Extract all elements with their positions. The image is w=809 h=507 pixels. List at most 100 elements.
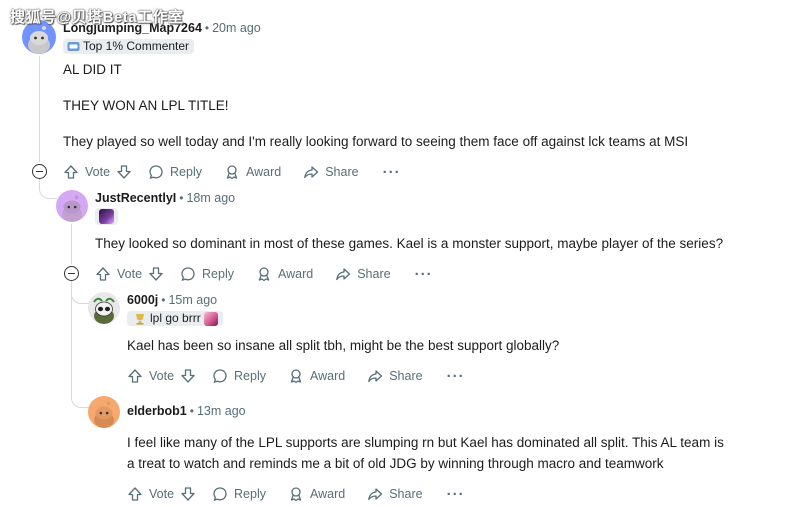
upvote-arrow-icon [128, 487, 142, 501]
avatar[interactable] [88, 292, 120, 324]
flair-text: lpl go brrr [150, 311, 201, 325]
comment-body-line: I feel like many of the LPL supports are… [127, 435, 724, 450]
vote-label: Vote [149, 487, 175, 501]
upvote-arrow-icon [64, 165, 78, 179]
reply-button[interactable]: Reply [148, 164, 202, 180]
watermark: 搜狐号@贝塔Beta工作室 [10, 9, 184, 26]
award-label: Award [310, 369, 346, 383]
award-icon [226, 165, 238, 180]
flair-emoji-icon [203, 311, 218, 326]
award-button[interactable]: Award [256, 266, 313, 282]
reply-bubble-icon [213, 487, 227, 501]
more-options-button[interactable]: ··· [447, 486, 465, 503]
share-button[interactable]: Share [303, 164, 359, 180]
share-arrow-icon [368, 488, 383, 501]
separator-dot: • [179, 191, 184, 205]
downvote-arrow-icon [181, 487, 195, 501]
comment-actions: Vote Reply Award Share ··· [127, 484, 465, 504]
reply-label: Reply [170, 165, 202, 179]
award-icon [290, 369, 302, 384]
trophy-icon [136, 313, 144, 324]
downvote-button[interactable] [148, 266, 164, 282]
share-button[interactable]: Share [367, 368, 423, 384]
timestamp[interactable]: 18m ago [186, 191, 235, 205]
collapse-button[interactable] [64, 266, 79, 281]
collapse-button[interactable] [32, 164, 47, 179]
downvote-button[interactable] [180, 368, 196, 384]
comment-body-line: AL DID IT [63, 62, 122, 77]
comment-body-line: THEY WON AN LPL TITLE! [63, 98, 229, 113]
username[interactable]: JustRecentlyI [95, 191, 176, 205]
comment-actions: Vote Reply Award Share ··· [63, 162, 401, 182]
vote-label: Vote [85, 165, 111, 179]
award-icon [290, 487, 302, 502]
share-label: Share [389, 369, 423, 383]
thread-elbow [71, 281, 89, 408]
user-flair: Top 1% Commenter [63, 39, 195, 54]
reply-label: Reply [202, 267, 234, 281]
share-label: Share [357, 267, 391, 281]
reply-button[interactable]: Reply [212, 486, 266, 502]
downvote-arrow-icon [181, 369, 195, 383]
share-button[interactable]: Share [367, 486, 423, 502]
upvote-button[interactable]: Vote [63, 164, 110, 180]
timestamp[interactable]: 13m ago [197, 404, 246, 418]
vote-label: Vote [117, 267, 143, 281]
share-label: Share [389, 487, 423, 501]
award-button[interactable]: Award [288, 368, 345, 384]
thread-line [71, 224, 72, 264]
avatar[interactable] [88, 396, 120, 428]
comment-actions: Vote Reply Award Share ··· [95, 264, 433, 284]
share-label: Share [325, 165, 359, 179]
user-flair: lpl go brrr [127, 311, 223, 326]
comment-body-line: They looked so dominant in most of these… [95, 236, 724, 251]
downvote-arrow-icon [149, 267, 163, 281]
share-arrow-icon [304, 166, 319, 179]
reply-label: Reply [234, 487, 266, 501]
comment-body-line: Kael has been so insane all split tbh, m… [127, 338, 560, 353]
separator-dot: • [204, 21, 210, 35]
reply-bubble-icon [213, 369, 227, 383]
award-label: Award [310, 487, 346, 501]
comment-body-line: They played so well today and I'm really… [63, 134, 689, 149]
timestamp[interactable]: 20m ago [212, 21, 261, 35]
upvote-arrow-icon [96, 267, 110, 281]
upvote-button[interactable]: Vote [127, 368, 174, 384]
reply-bubble-icon [149, 165, 163, 179]
award-label: Award [246, 165, 282, 179]
separator-dot: • [161, 293, 166, 307]
upvote-button[interactable]: Vote [127, 486, 174, 502]
more-options-button[interactable]: ··· [415, 266, 433, 283]
commenter-badge-icon [67, 42, 80, 51]
flair-emoji-icon [95, 208, 118, 225]
avatar[interactable] [56, 190, 88, 222]
separator-dot: • [189, 404, 194, 418]
username[interactable]: 6000j [127, 293, 158, 307]
share-arrow-icon [336, 268, 351, 281]
award-button[interactable]: Award [224, 164, 281, 180]
share-button[interactable]: Share [335, 266, 391, 282]
thread-elbow [39, 178, 57, 199]
flair-text: Top 1% Commenter [83, 39, 190, 53]
reply-label: Reply [234, 369, 266, 383]
share-arrow-icon [368, 370, 383, 383]
thread-line [39, 56, 40, 162]
more-options-button[interactable]: ··· [383, 164, 401, 181]
reply-bubble-icon [181, 267, 195, 281]
award-icon [258, 267, 270, 282]
downvote-button[interactable] [116, 164, 132, 180]
award-button[interactable]: Award [288, 486, 345, 502]
downvote-arrow-icon [117, 165, 131, 179]
reply-button[interactable]: Reply [180, 266, 234, 282]
upvote-button[interactable]: Vote [95, 266, 142, 282]
award-label: Award [278, 267, 314, 281]
more-options-button[interactable]: ··· [447, 368, 465, 385]
downvote-button[interactable] [180, 486, 196, 502]
timestamp[interactable]: 15m ago [168, 293, 217, 307]
comment-body-line: a treat to watch and reminds me a bit of… [127, 456, 664, 471]
vote-label: Vote [149, 369, 175, 383]
reply-button[interactable]: Reply [212, 368, 266, 384]
upvote-arrow-icon [128, 369, 142, 383]
comment-actions: Vote Reply Award Share ··· [127, 366, 465, 386]
username[interactable]: elderbob1 [127, 404, 187, 418]
